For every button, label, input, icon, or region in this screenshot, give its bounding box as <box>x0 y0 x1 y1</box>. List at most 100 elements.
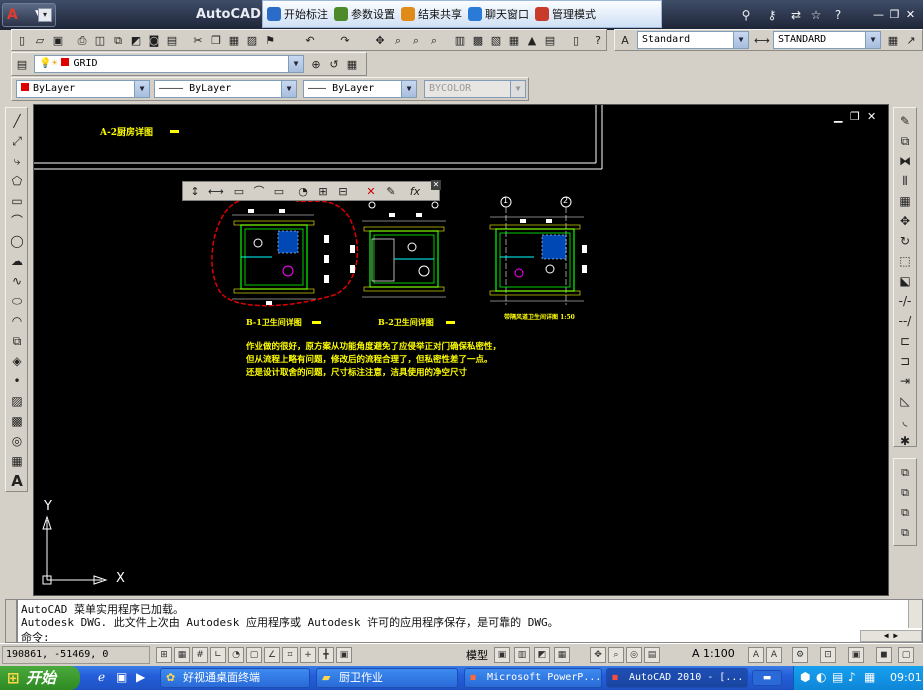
etransmit-icon[interactable]: ◙ <box>146 32 162 48</box>
input-method-icon[interactable]: ▦ <box>864 670 875 684</box>
gradient-icon[interactable]: ▩ <box>8 412 26 430</box>
restore-button[interactable]: ❐ <box>888 9 901 21</box>
insert-block-icon[interactable]: ⧉ <box>8 332 26 350</box>
function-icon[interactable]: fx <box>407 183 423 199</box>
taskbar-item[interactable]: ◼ AutoCAD 2010 - [... <box>606 668 748 688</box>
calculator-icon[interactable]: ▯ <box>568 32 584 48</box>
grid-display-icon[interactable]: # <box>192 647 208 663</box>
arc-length-icon[interactable]: ⌒ <box>251 183 267 199</box>
3d-dwf-icon[interactable]: ◩ <box>128 32 144 48</box>
annotation-visibility-icon[interactable]: A <box>748 647 764 663</box>
send-to-back-icon[interactable]: ⧉ <box>896 483 914 501</box>
undo-icon[interactable]: ↶ <box>302 32 318 48</box>
ie-icon[interactable]: ℯ <box>98 670 105 684</box>
key-icon[interactable]: ⚷ <box>764 8 780 22</box>
markup-icon[interactable]: ▲ <box>524 32 540 48</box>
revision-cloud-icon[interactable]: ☁ <box>8 252 26 270</box>
plot-preview-icon[interactable]: ◫ <box>92 32 108 48</box>
media-icon[interactable]: ▶ <box>136 670 145 684</box>
taskbar-item[interactable]: ▰ 厨卫作业 <box>316 668 458 688</box>
sheet-set-icon[interactable]: ▤ <box>164 32 180 48</box>
zoom-previous-icon[interactable]: ⌕ <box>426 32 442 48</box>
hardware-acceleration-icon[interactable]: ▣ <box>848 647 864 663</box>
layer-states-icon[interactable]: ▦ <box>344 56 360 72</box>
linetype-select[interactable]: ———— ByLayer ▼ <box>154 80 297 98</box>
text-style-icon[interactable]: A <box>617 32 633 48</box>
desktop-icon[interactable]: ▣ <box>116 670 127 684</box>
baseline-dim-icon[interactable]: ⊞ <box>315 183 331 199</box>
zoom-status-icon[interactable]: ⌕ <box>608 647 624 663</box>
polar-tracking-icon[interactable]: ◔ <box>228 647 244 663</box>
steeringwheel-icon[interactable]: ◎ <box>626 647 642 663</box>
dim-style-select[interactable]: STANDARD ▼ <box>773 31 881 49</box>
polyline-icon[interactable]: ⤷ <box>8 152 26 170</box>
make-current-icon[interactable]: ⊕ <box>308 56 324 72</box>
meeting-bar-item[interactable]: 参数设置 <box>334 6 395 22</box>
object-snap-icon[interactable]: ▢ <box>246 647 262 663</box>
spline-icon[interactable]: ∿ <box>8 272 26 290</box>
quickcalc-icon[interactable]: ▤ <box>542 32 558 48</box>
ordinate-dim-icon[interactable]: ▭ <box>271 183 287 199</box>
meeting-bar-item[interactable]: 结束共享 <box>401 6 462 22</box>
hatch-icon[interactable]: ▨ <box>8 392 26 410</box>
radius-dim-icon[interactable]: ◔ <box>295 183 311 199</box>
tolerance-icon[interactable]: ✕ <box>363 183 379 199</box>
match-properties-icon[interactable]: ▨ <box>244 32 260 48</box>
rotate-icon[interactable]: ↻ <box>896 232 914 250</box>
coordinates-display[interactable]: 190861, -51469, 0 <box>2 646 150 664</box>
break-at-point-icon[interactable]: ⊏ <box>896 332 914 350</box>
sheet-set-manager-icon[interactable]: ▦ <box>506 32 522 48</box>
send-under-icon[interactable]: ⧉ <box>896 523 914 541</box>
multileader-style-icon[interactable]: ↗ <box>903 32 919 48</box>
ellipse-icon[interactable]: ⬭ <box>8 292 26 310</box>
lineweight-select[interactable]: ——— ByLayer ▼ <box>303 80 417 98</box>
table-icon[interactable]: ▦ <box>8 452 26 470</box>
erase-icon[interactable]: ✎ <box>896 112 914 130</box>
start-button[interactable]: ⊞ 开始 <box>0 666 80 690</box>
zoom-window-icon[interactable]: ⌕ <box>408 32 424 48</box>
join-icon[interactable]: ⇥ <box>896 372 914 390</box>
publish-icon[interactable]: ⧉ <box>110 32 126 48</box>
properties-icon[interactable]: ▥ <box>452 32 468 48</box>
open-file-icon[interactable]: ▱ <box>32 32 48 48</box>
make-block-icon[interactable]: ◈ <box>8 352 26 370</box>
help-icon[interactable]: ? <box>830 8 846 22</box>
network-icon[interactable]: ▤ <box>832 670 843 684</box>
tray-icon[interactable]: ◐ <box>816 670 826 684</box>
lineweight-icon[interactable]: ╋ <box>318 647 334 663</box>
meeting-bar-item[interactable]: 开始标注 <box>267 6 328 22</box>
dim-edit-icon[interactable]: ✎ <box>383 183 399 199</box>
quick-access-dropdown[interactable]: ▾ <box>38 8 52 22</box>
region-icon[interactable]: ◎ <box>8 432 26 450</box>
layer-previous-icon[interactable]: ↺ <box>326 56 342 72</box>
bring-to-front-icon[interactable]: ⧉ <box>896 463 914 481</box>
chamfer-icon[interactable]: ◺ <box>896 392 914 410</box>
text-style-select[interactable]: Standard ▼ <box>637 31 749 49</box>
quick-dimension-icon[interactable]: ↕ <box>187 183 203 199</box>
array-icon[interactable]: ▦ <box>896 192 914 210</box>
layer-properties-icon[interactable]: ▤ <box>14 56 30 72</box>
dynamic-ucs-icon[interactable]: ⌗ <box>282 647 298 663</box>
auto-scale-icon[interactable]: A <box>766 647 782 663</box>
quick-view-layouts-icon[interactable]: ▣ <box>494 647 510 663</box>
ellipse-arc-icon[interactable]: ◠ <box>8 312 26 330</box>
trim-icon[interactable]: -/- <box>896 292 914 310</box>
mirror-icon[interactable]: ⧓ <box>896 152 914 170</box>
taskbar-overflow-button[interactable]: ▬ <box>752 670 782 686</box>
stretch-icon[interactable]: ⬕ <box>896 272 914 290</box>
drawing-canvas[interactable]: A-2厨房详图 B-1卫生间详图 B-2卫生间详图 带隔风道卫生间详图 1:50… <box>33 104 889 596</box>
layout2-icon[interactable]: ▦ <box>554 647 570 663</box>
volume-icon[interactable]: ♪ <box>848 670 856 684</box>
break-icon[interactable]: ⊐ <box>896 352 914 370</box>
model-label[interactable]: 模型 <box>466 647 488 663</box>
color-select[interactable]: ByLayer ▼ <box>16 80 150 98</box>
polygon-icon[interactable]: ⬠ <box>8 172 26 190</box>
minimize-button[interactable]: — <box>872 9 885 21</box>
isolate-objects-icon[interactable]: ◼ <box>876 647 892 663</box>
snap-mode-icon[interactable]: ▦ <box>174 647 190 663</box>
close-button[interactable]: ✕ <box>904 9 917 21</box>
point-icon[interactable]: • <box>8 372 26 390</box>
meeting-bar-item[interactable]: 管理模式 <box>535 6 596 22</box>
help-icon[interactable]: ? <box>590 32 606 48</box>
copy-object-icon[interactable]: ⧉ <box>896 132 914 150</box>
